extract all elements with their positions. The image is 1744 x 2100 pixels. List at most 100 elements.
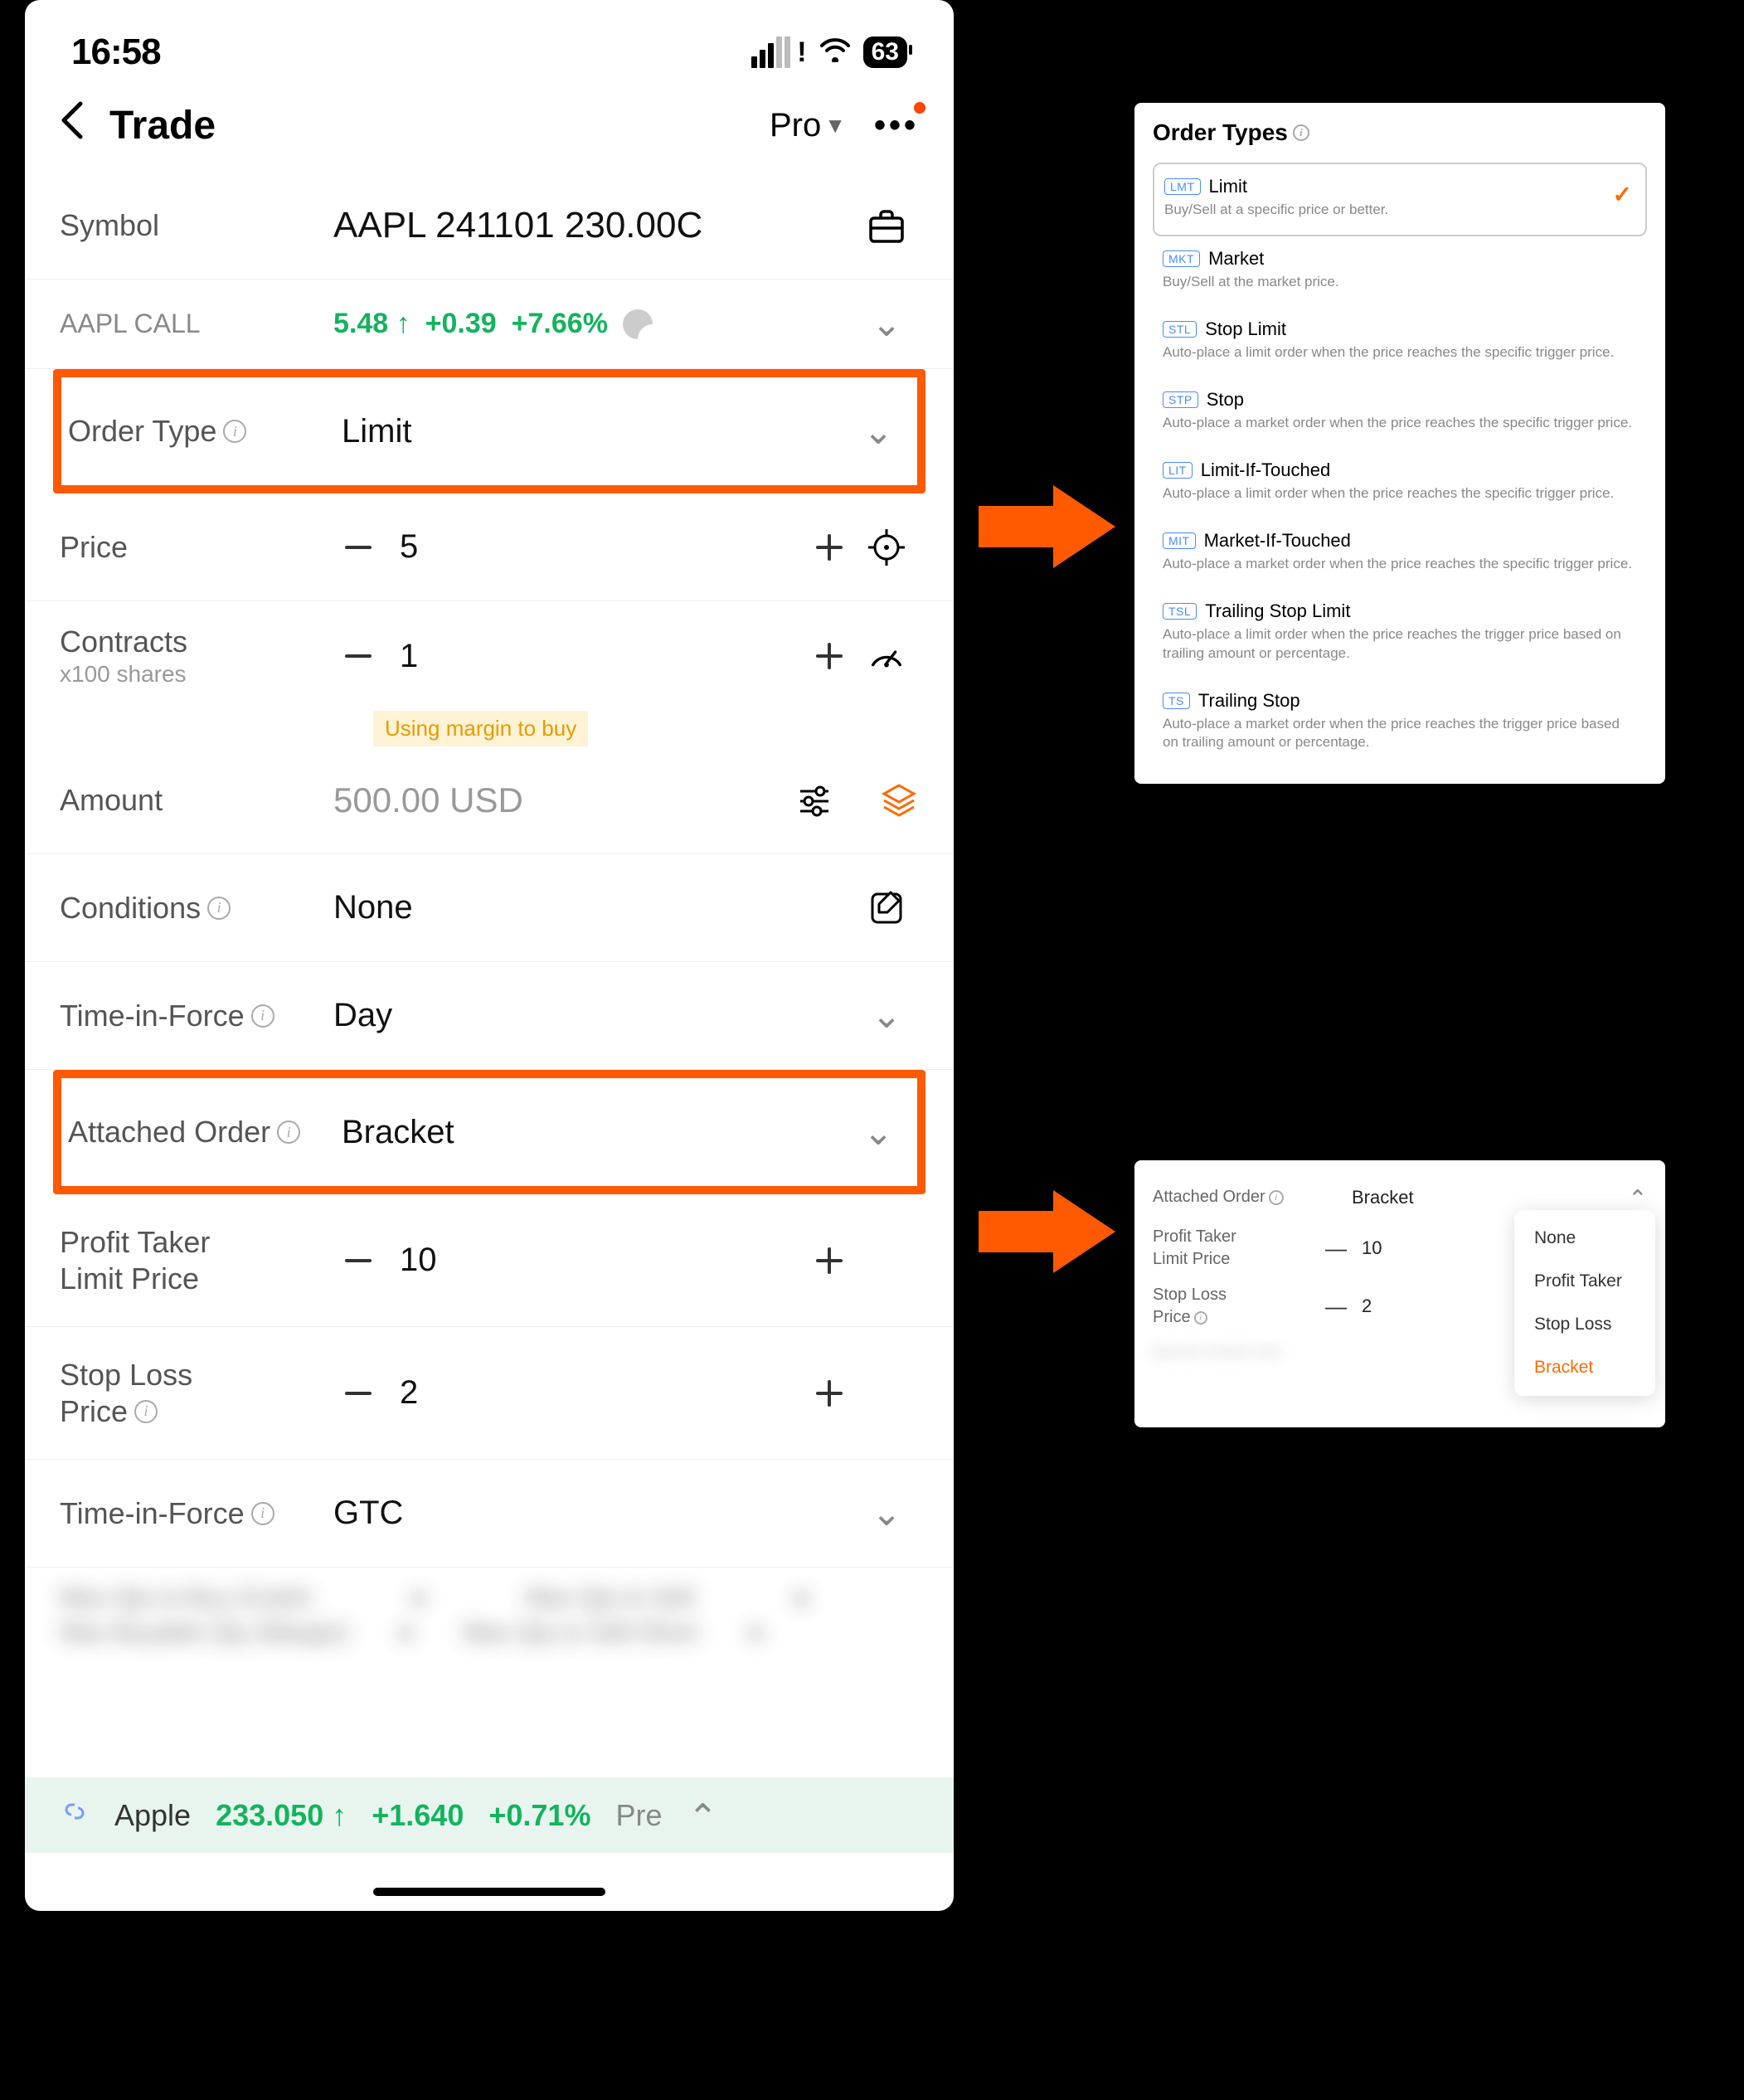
order-type-option[interactable]: TSTrailing StopAuto-place a market order… [1153, 678, 1647, 768]
order-type-tag: TS [1163, 693, 1190, 709]
dropdown-option[interactable]: Stop Loss [1514, 1303, 1655, 1346]
battery-icon: 63 [863, 36, 907, 68]
amount-row: Amount 500.00 USD [25, 746, 954, 854]
ticker-change: +1.640 [372, 1798, 464, 1833]
chevron-down-icon[interactable]: ⌄ [872, 303, 902, 345]
briefcase-icon[interactable] [867, 206, 906, 245]
info-icon[interactable]: i [1293, 124, 1309, 141]
pt-plus-button[interactable] [804, 1236, 854, 1286]
info-icon[interactable]: i [251, 1502, 274, 1525]
caret-down-icon: ▼ [824, 113, 846, 139]
sl-plus-button[interactable] [804, 1368, 854, 1418]
chevron-down-icon[interactable]: ⌄ [863, 1111, 894, 1154]
pt-label-line1: Profit Taker [60, 1225, 210, 1260]
info-icon[interactable]: i [134, 1400, 158, 1423]
attached-order-label: Attached Order [68, 1115, 270, 1150]
p2-attached-label: Attached Order [1153, 1188, 1265, 1207]
info-icon[interactable]: i [1194, 1311, 1207, 1325]
price-label: Price [60, 530, 333, 565]
info-icon[interactable]: i [207, 897, 231, 920]
pt-minus-button[interactable] [333, 1236, 383, 1286]
p2-sl-label2: Price [1153, 1308, 1191, 1327]
nav-header: Trade Pro ▼ ••• [25, 91, 954, 172]
tif-row[interactable]: Time-in-Force i Day ⌄ [25, 962, 954, 1070]
status-icons: ! 63 [751, 35, 907, 70]
symbol-row[interactable]: Symbol AAPL 241101 230.00C [25, 172, 954, 280]
price-row: Price 5 [25, 493, 954, 601]
chevron-up-icon[interactable]: ⌄ [1628, 1184, 1647, 1211]
info-icon[interactable]: i [251, 1004, 274, 1028]
order-type-row[interactable]: Order Type i Limit ⌄ [61, 377, 917, 485]
attached-order-dropdown: NoneProfit TakerStop LossBracket [1514, 1210, 1655, 1396]
tif2-row[interactable]: Time-in-Force i GTC ⌄ [25, 1460, 954, 1568]
contracts-value[interactable]: 1 [383, 638, 804, 675]
edit-icon[interactable] [867, 888, 906, 928]
p2-sl-minus[interactable]: — [1325, 1294, 1347, 1320]
ticker-price: 233.050 ↑ [216, 1798, 347, 1833]
more-icon[interactable]: ••• [874, 107, 919, 144]
order-type-option[interactable]: STLStop LimitAuto-place a limit order wh… [1153, 307, 1647, 377]
dropdown-option[interactable]: Profit Taker [1514, 1260, 1655, 1303]
order-type-option[interactable]: TSLTrailing Stop LimitAuto-place a limit… [1153, 589, 1647, 678]
signal-icon [751, 36, 790, 68]
target-icon[interactable] [867, 527, 906, 567]
dropdown-option[interactable]: Bracket [1514, 1346, 1655, 1389]
info-icon[interactable]: i [1269, 1190, 1284, 1205]
price-minus-button[interactable] [333, 523, 383, 572]
order-type-tag: MKT [1163, 250, 1200, 267]
sliders-icon[interactable] [794, 780, 834, 820]
order-type-desc: Auto-place a limit order when the price … [1163, 625, 1637, 664]
leg-percent: +7.66% [512, 308, 608, 340]
info-icon[interactable]: i [277, 1120, 300, 1144]
attached-order-row[interactable]: Attached Order i Bracket ⌄ [61, 1078, 917, 1186]
chevron-down-icon[interactable]: ⌄ [863, 411, 894, 453]
back-icon[interactable] [60, 100, 85, 152]
order-type-label: Order Type [68, 414, 216, 449]
chevron-down-icon[interactable]: ⌄ [872, 1492, 902, 1534]
mode-selector[interactable]: Pro ▼ [770, 107, 846, 144]
tif-value: Day [333, 997, 854, 1034]
ticker-session: Pre [615, 1798, 662, 1833]
order-type-option[interactable]: LITLimit-If-TouchedAuto-place a limit or… [1153, 448, 1647, 518]
order-type-tag: STL [1163, 321, 1197, 338]
order-type-name: Limit-If-Touched [1201, 459, 1331, 481]
order-type-option[interactable]: STPStopAuto-place a market order when th… [1153, 377, 1647, 448]
leg-row[interactable]: AAPL CALL 5.48 ↑ +0.39 +7.66% ⌄ [25, 280, 954, 369]
order-type-option[interactable]: LMTLimitBuy/Sell at a specific price or … [1153, 163, 1647, 236]
p2-pt-label1: Profit Taker [1153, 1227, 1236, 1247]
price-value[interactable]: 5 [383, 528, 804, 566]
pt-value[interactable]: 10 [383, 1242, 804, 1279]
margin-tag-container: Using margin to buy [25, 711, 954, 746]
sl-value[interactable]: 2 [383, 1374, 804, 1412]
blurred-info: Max Qty to Buy (Cash)●Max Qty to Sell● M… [25, 1568, 954, 1664]
ticker-bar[interactable]: Apple 233.050 ↑ +1.640 +0.71% Pre ⌄ [25, 1777, 954, 1853]
layers-icon[interactable] [879, 780, 919, 820]
info-icon[interactable]: i [223, 420, 246, 443]
p2-sl-value[interactable]: 2 [1362, 1295, 1372, 1317]
order-type-tag: LMT [1164, 178, 1201, 195]
chevron-up-icon[interactable]: ⌄ [687, 1794, 718, 1836]
order-type-desc: Auto-place a limit order when the price … [1163, 484, 1637, 503]
price-plus-button[interactable] [804, 523, 854, 572]
order-type-value: Limit [342, 413, 846, 450]
p2-pt-label2: Limit Price [1153, 1250, 1230, 1269]
conditions-label: Conditions [60, 891, 201, 926]
arrow-icon [979, 1186, 1120, 1281]
symbol-label: Symbol [60, 208, 333, 243]
contracts-minus-button[interactable] [333, 631, 383, 681]
dropdown-option[interactable]: None [1514, 1217, 1655, 1260]
chevron-down-icon[interactable]: ⌄ [872, 994, 902, 1037]
order-type-option[interactable]: MITMarket-If-TouchedAuto-place a market … [1153, 518, 1647, 589]
pt-label-line2: Limit Price [60, 1261, 199, 1296]
p2-pt-value[interactable]: 10 [1362, 1237, 1382, 1259]
conditions-row[interactable]: Conditions i None [25, 854, 954, 962]
order-types-panel: Order Types i LMTLimitBuy/Sell at a spec… [1134, 103, 1665, 784]
order-type-option[interactable]: MKTMarketBuy/Sell at the market price. [1153, 236, 1647, 307]
p2-pt-minus[interactable]: — [1325, 1236, 1347, 1261]
order-type-name: Stop Limit [1205, 318, 1286, 340]
sl-minus-button[interactable] [333, 1368, 383, 1418]
gauge-icon[interactable] [867, 636, 906, 676]
contracts-plus-button[interactable] [804, 631, 854, 681]
check-icon: ✓ [1613, 181, 1632, 208]
arrow-icon [979, 481, 1120, 576]
